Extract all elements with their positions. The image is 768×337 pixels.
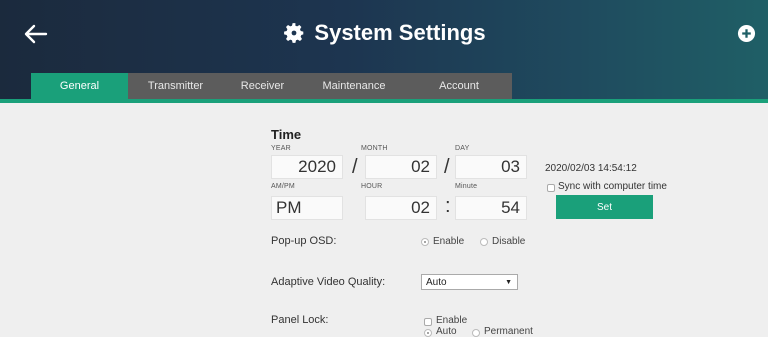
panel-lock-permanent-label: Permanent bbox=[484, 326, 533, 337]
tab-underline bbox=[0, 99, 768, 103]
tab-maintenance[interactable]: Maintenance bbox=[302, 73, 406, 99]
popup-osd-label: Pop-up OSD: bbox=[271, 235, 337, 247]
page-title-wrap: System Settings bbox=[0, 20, 768, 50]
day-field[interactable]: 03 bbox=[455, 155, 527, 179]
page-title-text: System Settings bbox=[314, 20, 486, 45]
osd-disable-label: Disable bbox=[492, 236, 526, 247]
hour-label: HOUR bbox=[361, 183, 383, 190]
year-field[interactable]: 2020 bbox=[271, 155, 343, 179]
set-button[interactable]: Set bbox=[556, 195, 653, 219]
panel-lock-enable-label: Enable bbox=[436, 315, 468, 326]
osd-enable-label: Enable bbox=[433, 236, 465, 247]
header-bar: System Settings General Transmitter Rece… bbox=[0, 0, 768, 103]
month-field[interactable]: 02 bbox=[365, 155, 437, 179]
current-datetime: 2020/02/03 14:54:12 bbox=[545, 163, 637, 174]
adaptive-video-label: Adaptive Video Quality: bbox=[271, 276, 386, 288]
osd-enable-radio[interactable] bbox=[421, 238, 429, 246]
year-label: YEAR bbox=[271, 145, 291, 152]
adaptive-video-value: Auto bbox=[426, 276, 447, 288]
date-separator: / bbox=[352, 156, 358, 178]
panel-lock-auto-radio[interactable] bbox=[424, 329, 432, 337]
day-label: DAY bbox=[455, 145, 470, 152]
tab-general[interactable]: General bbox=[31, 73, 128, 99]
ampm-field[interactable]: PM bbox=[271, 196, 343, 220]
time-separator: : bbox=[445, 195, 451, 217]
caret-down-icon: ▼ bbox=[505, 279, 512, 286]
time-section-title: Time bbox=[271, 127, 302, 142]
adaptive-video-select[interactable]: Auto ▼ bbox=[421, 274, 518, 290]
sync-checkbox[interactable] bbox=[547, 184, 555, 192]
panel-lock-permanent-radio[interactable] bbox=[472, 329, 480, 337]
page-title: System Settings bbox=[282, 20, 486, 46]
ampm-label: AM/PM bbox=[271, 183, 295, 190]
minute-field[interactable]: 54 bbox=[455, 196, 527, 220]
tab-transmitter[interactable]: Transmitter bbox=[128, 73, 223, 99]
plus-circle-icon[interactable] bbox=[737, 24, 756, 43]
sync-label: Sync with computer time bbox=[558, 181, 667, 192]
hour-field[interactable]: 02 bbox=[365, 196, 437, 220]
minute-label: Minute bbox=[455, 183, 478, 190]
panel-lock-enable-checkbox[interactable] bbox=[424, 318, 432, 326]
panel-lock-label: Panel Lock: bbox=[271, 314, 329, 326]
tab-receiver[interactable]: Receiver bbox=[223, 73, 302, 99]
month-label: MONTH bbox=[361, 145, 388, 152]
gear-icon bbox=[284, 23, 304, 43]
date-separator: / bbox=[444, 156, 450, 178]
osd-disable-radio[interactable] bbox=[480, 238, 488, 246]
tab-bar: General Transmitter Receiver Maintenance… bbox=[31, 73, 512, 99]
panel-lock-auto-label: Auto bbox=[436, 326, 457, 337]
tab-account[interactable]: Account bbox=[406, 73, 512, 99]
